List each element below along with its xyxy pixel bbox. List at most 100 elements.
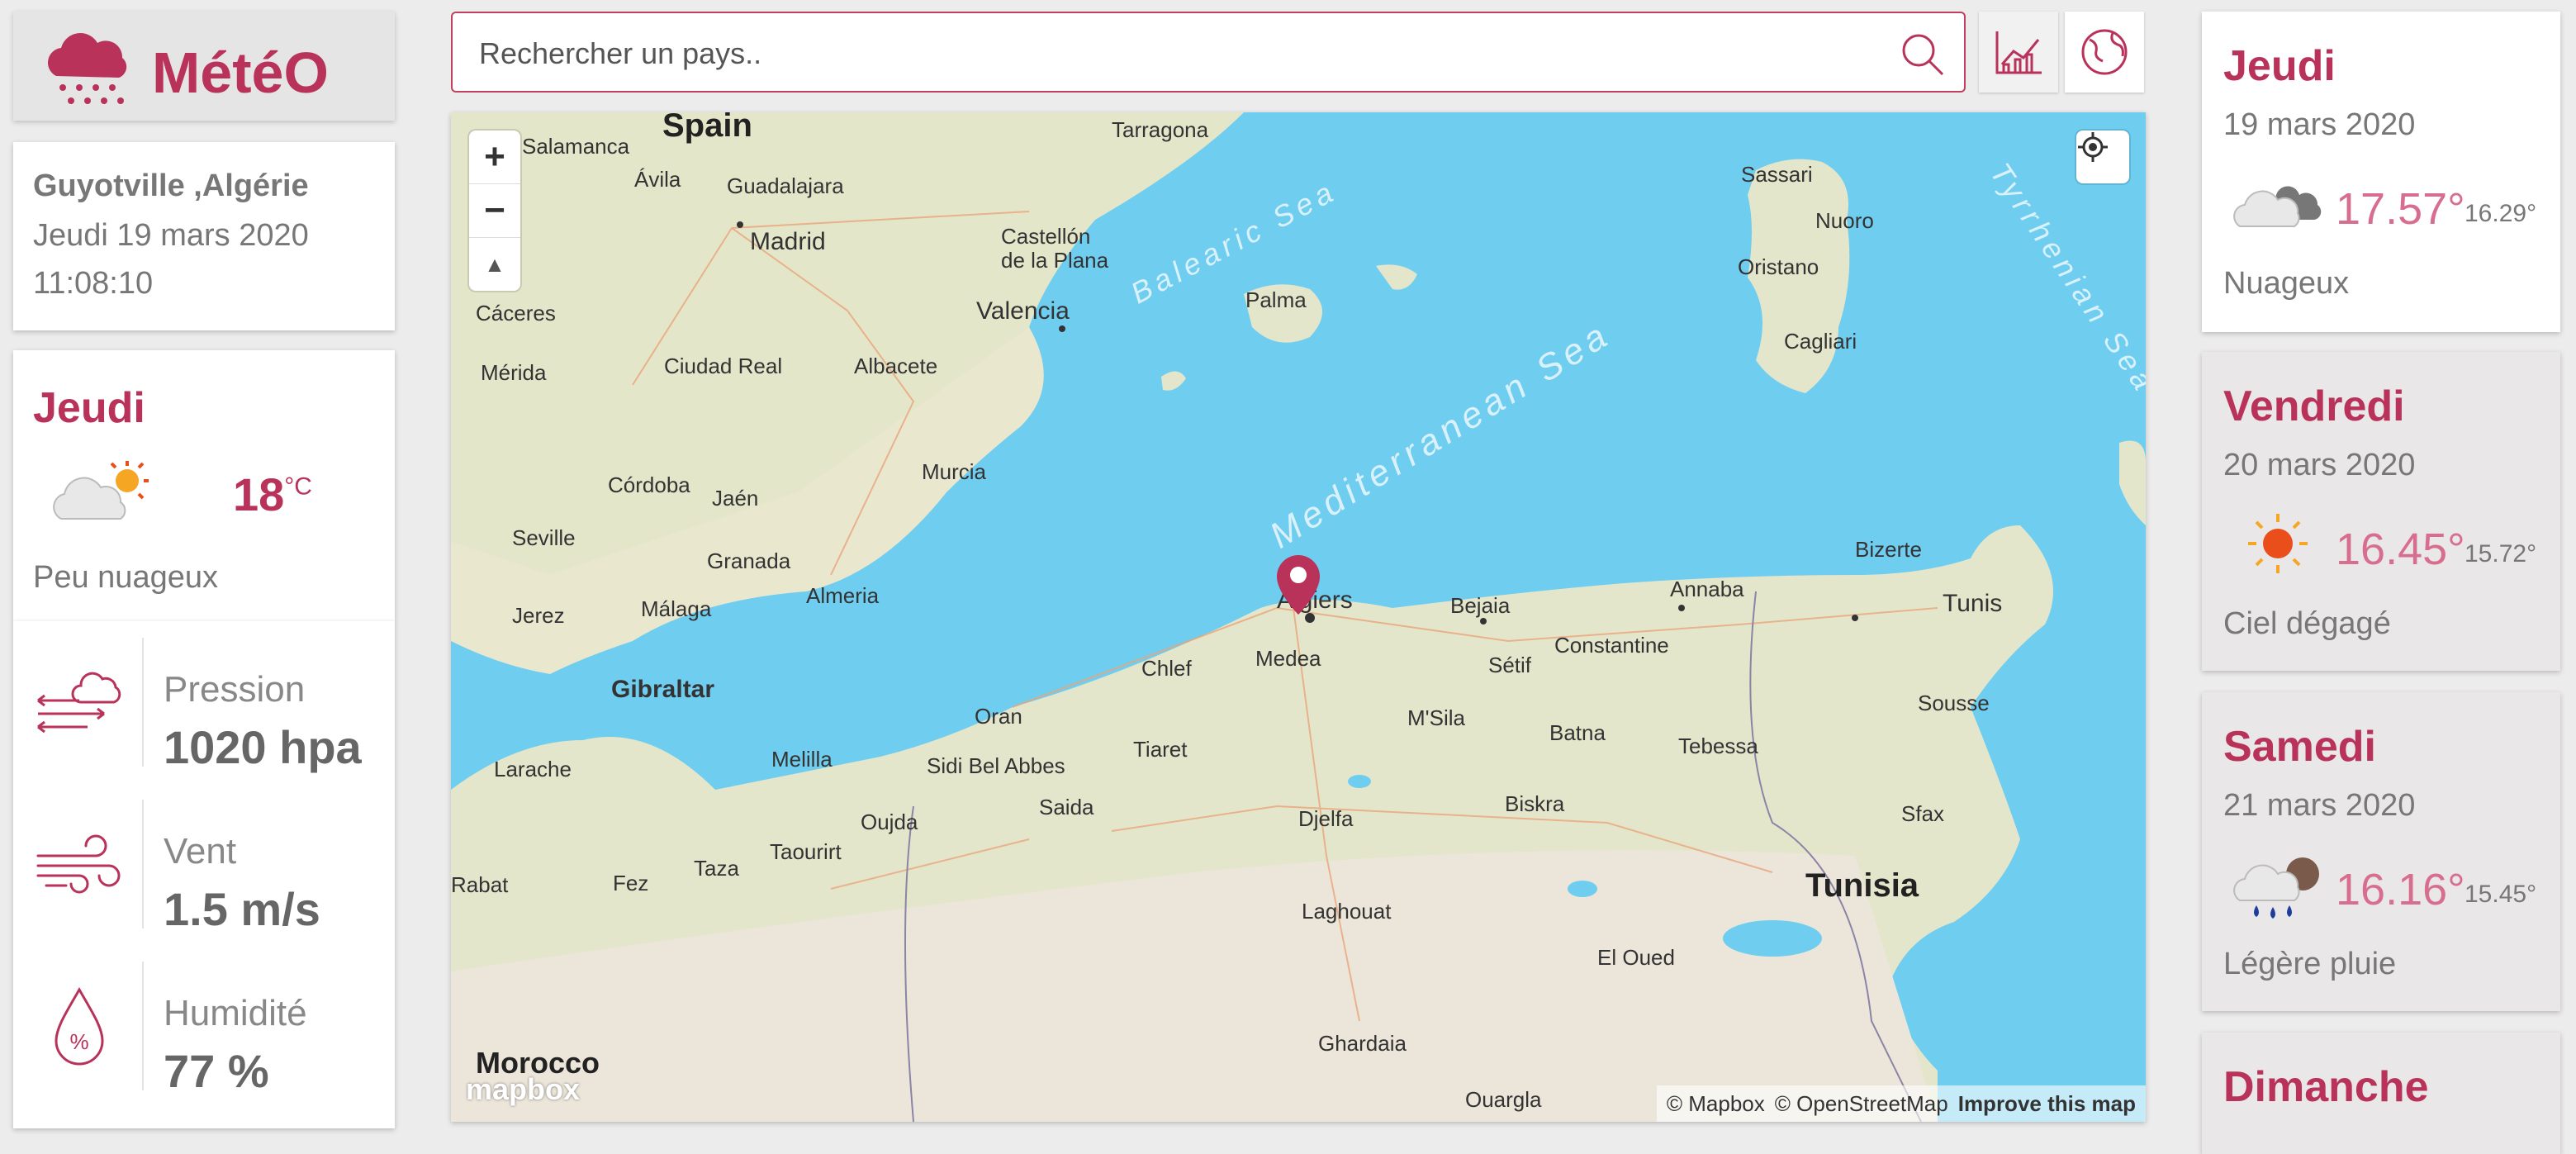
map-label: Ávila bbox=[634, 167, 681, 192]
chart-icon bbox=[1995, 31, 2042, 74]
forecast-card[interactable]: Vendredi 20 mars 2020 16.45° 15.72° Ciel… bbox=[2202, 352, 2560, 671]
map-attribution: © Mapbox © OpenStreetMap Improve this ma… bbox=[1656, 1085, 2146, 1122]
map-label: Medea bbox=[1255, 646, 1321, 671]
compass-button[interactable]: ▲ bbox=[469, 238, 520, 291]
map-label: Salamanca bbox=[522, 134, 630, 159]
map-label: El Oued bbox=[1597, 945, 1675, 970]
map-label: Granada bbox=[707, 549, 791, 573]
forecast-card[interactable]: Jeudi 19 mars 2020 17.57° 16.29° Nuageux bbox=[2202, 12, 2560, 332]
details-card: Pression 1020 hpa Vent 1.5 m/s % Humidit… bbox=[13, 621, 395, 1128]
map-label: Constantine bbox=[1554, 633, 1669, 658]
detail-separator bbox=[142, 800, 144, 928]
map-label: Biskra bbox=[1505, 791, 1565, 816]
map-label: Castellón de la Plana bbox=[1001, 224, 1109, 273]
app-logo[interactable]: MétéO bbox=[13, 12, 395, 121]
location-city: Guyotville ,Algérie bbox=[33, 169, 309, 203]
map-label: Chlef bbox=[1141, 656, 1192, 681]
forecast-day: Dimanche bbox=[2223, 1063, 2429, 1111]
detail-wind: Vent 1.5 m/s bbox=[13, 783, 395, 945]
map-label: Taza bbox=[694, 856, 739, 881]
map-label: Guadalajara bbox=[727, 173, 844, 198]
map-label: Sfax bbox=[1901, 801, 1945, 826]
country-search[interactable] bbox=[451, 12, 1966, 93]
map-label: Ghardaia bbox=[1318, 1031, 1407, 1056]
attribution-osm[interactable]: © OpenStreetMap bbox=[1775, 1091, 1948, 1117]
search-icon[interactable] bbox=[1898, 30, 1947, 79]
zoom-in-button[interactable]: + bbox=[469, 131, 520, 184]
forecast-description: Légère pluie bbox=[2223, 947, 2397, 981]
current-weather-card: Jeudi 18°C Peu nuageux bbox=[13, 350, 395, 621]
location-date: Jeudi 19 mars 2020 bbox=[33, 218, 309, 253]
map-label: Djelfa bbox=[1298, 806, 1354, 831]
current-temp-value: 18 bbox=[233, 468, 285, 520]
humidity-value: 77 % bbox=[164, 1045, 269, 1097]
forecast-card[interactable]: Dimanche bbox=[2202, 1033, 2560, 1154]
forecast-card[interactable]: Samedi 21 mars 2020 16.16° 15.45° Légère… bbox=[2202, 692, 2560, 1011]
map-label: Jaén bbox=[712, 486, 759, 511]
map-label: Saida bbox=[1039, 795, 1094, 819]
map-label: Larache bbox=[494, 757, 572, 781]
map-label: Almeria bbox=[806, 583, 880, 608]
map-label: Palma bbox=[1245, 287, 1307, 312]
forecast-max-temp: 16.45° bbox=[2336, 525, 2465, 574]
current-temp-unit: °C bbox=[284, 473, 312, 501]
map-label: Batna bbox=[1549, 720, 1606, 745]
detail-pressure: Pression 1020 hpa bbox=[13, 621, 395, 783]
improve-map-link[interactable]: Improve this map bbox=[1958, 1091, 2136, 1117]
map-label: Bizerte bbox=[1855, 537, 1922, 562]
current-day: Jeudi bbox=[33, 384, 145, 432]
map-label: Mérida bbox=[481, 360, 547, 385]
partly-cloudy-icon bbox=[53, 461, 149, 520]
wind-label: Vent bbox=[164, 831, 237, 871]
map-label: Sousse bbox=[1918, 691, 1990, 715]
geolocate-button[interactable] bbox=[2076, 131, 2129, 183]
map-label: Cáceres bbox=[476, 301, 556, 325]
map-label: Tebessa bbox=[1678, 734, 1758, 758]
detail-separator bbox=[142, 962, 144, 1090]
map-label: Cagliari bbox=[1784, 329, 1857, 354]
map-pin-icon[interactable] bbox=[1274, 552, 1323, 618]
current-description: Peu nuageux bbox=[33, 560, 218, 595]
forecast-day: Samedi bbox=[2223, 723, 2376, 771]
pressure-value: 1020 hpa bbox=[164, 721, 362, 773]
map-label: Rabat bbox=[451, 872, 509, 897]
map-label: Málaga bbox=[641, 596, 712, 621]
map-zoom-controls: + − ▲ bbox=[469, 131, 520, 291]
wind-cloud-icon bbox=[37, 672, 121, 734]
map-label: Annaba bbox=[1670, 577, 1744, 601]
forecast-description: Nuageux bbox=[2223, 266, 2350, 301]
forecast-date: 20 mars 2020 bbox=[2223, 448, 2416, 482]
chart-button[interactable] bbox=[1979, 12, 2058, 93]
map-label: Murcia bbox=[922, 459, 987, 484]
forecast-date: 19 mars 2020 bbox=[2223, 107, 2416, 142]
mapbox-logo[interactable]: mapbox bbox=[466, 1072, 580, 1107]
svg-text:%: % bbox=[69, 1029, 88, 1054]
map-label: Melilla bbox=[771, 747, 833, 772]
forecast-description: Ciel dégagé bbox=[2223, 606, 2391, 641]
search-input[interactable] bbox=[477, 30, 1868, 78]
forecast-date: 21 mars 2020 bbox=[2223, 788, 2416, 823]
map-label: Taourirt bbox=[770, 839, 842, 864]
map-label: Oristano bbox=[1738, 254, 1819, 279]
globe-button[interactable] bbox=[2065, 12, 2144, 93]
map-label: Tunis bbox=[1943, 590, 2003, 617]
map-label: Oran bbox=[975, 704, 1022, 729]
map-label-spain: Spain bbox=[662, 112, 752, 144]
map-label: Madrid bbox=[750, 228, 826, 255]
map-label: Oujda bbox=[861, 810, 918, 834]
map-label: Sassari bbox=[1741, 162, 1813, 187]
snow-cloud-icon bbox=[48, 33, 127, 104]
forecast-min-temp: 16.29° bbox=[2465, 200, 2537, 227]
location-card: Guyotville ,Algérie Jeudi 19 mars 2020 1… bbox=[13, 142, 395, 330]
attribution-mapbox[interactable]: © Mapbox bbox=[1667, 1091, 1765, 1117]
map-label-tunisia: Tunisia bbox=[1805, 867, 1919, 904]
zoom-out-button[interactable]: − bbox=[469, 184, 520, 238]
wind-value: 1.5 m/s bbox=[164, 883, 320, 935]
map-view[interactable]: Spain Salamanca Ávila Guadalajara Madrid… bbox=[451, 112, 2146, 1122]
map-label: Tiaret bbox=[1133, 737, 1188, 762]
map-label: M'Sila bbox=[1407, 705, 1465, 730]
map-label: Bejaia bbox=[1450, 593, 1511, 618]
pressure-label: Pression bbox=[164, 669, 306, 710]
map-label: Nuoro bbox=[1815, 208, 1874, 233]
geolocate-icon bbox=[2078, 132, 2108, 162]
